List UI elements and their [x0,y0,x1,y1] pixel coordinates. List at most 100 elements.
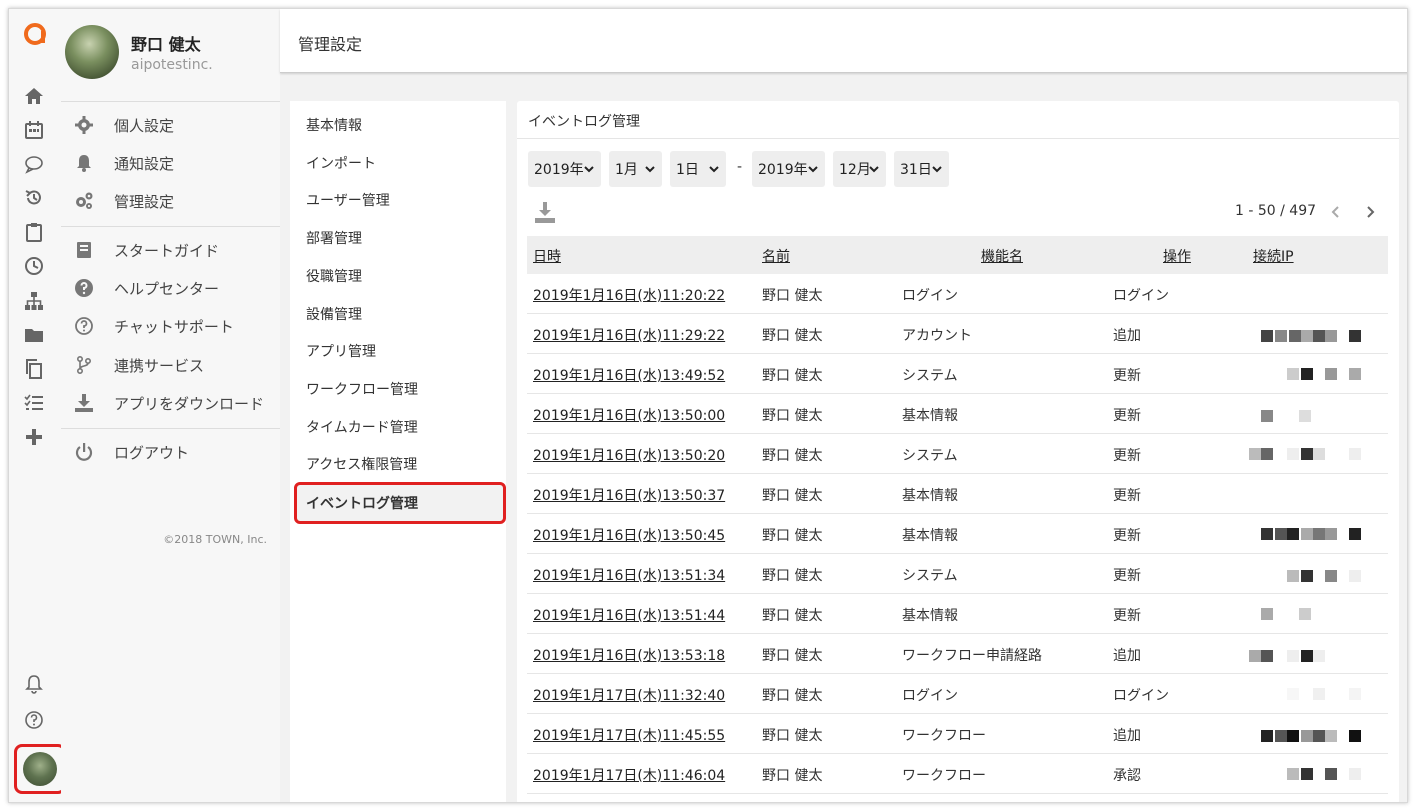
select-value: 2019年 [534,162,584,178]
folder-icon[interactable] [23,324,45,346]
from-day-select[interactable]: 1日 [670,151,726,187]
user-profile[interactable]: 野口 健太 aipotestinc. [65,25,275,81]
user-menu: 野口 健太 aipotestinc. 個人設定 通知設定 管理設定 スタートガイ… [61,9,280,802]
menu-item-chat-support[interactable]: チャットサポート [73,311,273,341]
clipboard-icon[interactable] [23,221,45,243]
cell-operation: 更新 [1113,608,1141,624]
cell-date[interactable]: 2019年1月16日(水)11:29:22 [533,325,725,345]
checklist-icon[interactable] [23,392,45,414]
settings-nav: 基本情報 インポート ユーザー管理 部署管理 役職管理 設備管理 アプリ管理 ワ… [290,101,506,802]
app-logo-icon[interactable] [22,21,48,47]
copy-icon[interactable] [23,358,45,380]
cell-date[interactable]: 2019年1月17日(木)11:45:55 [533,725,725,745]
notification-bell-icon[interactable] [23,673,45,695]
settings-nav-basic-info[interactable]: 基本情報 [290,106,506,144]
table-header: 日時 名前 機能名 操作 接続IP [527,236,1388,274]
redaction-block [1261,330,1273,342]
help-icon[interactable] [23,709,45,731]
redaction-block [1261,528,1273,540]
plus-icon[interactable] [23,426,45,448]
settings-nav-facility-management[interactable]: 設備管理 [290,295,506,333]
cell-date[interactable]: 2019年1月16日(水)13:50:20 [533,445,725,465]
chat-icon[interactable] [23,153,45,175]
menu-item-help-center[interactable]: ヘルプセンター [73,273,273,303]
menu-item-admin-settings[interactable]: 管理設定 [73,186,273,216]
download-csv-icon[interactable] [534,201,556,225]
rail-avatar[interactable] [14,744,66,794]
cell-date[interactable]: 2019年1月16日(水)13:50:37 [533,485,725,505]
from-year-select[interactable]: 2019年 [528,151,601,187]
redaction-block [1261,608,1273,620]
menu-item-start-guide[interactable]: スタートガイド [73,235,273,265]
settings-nav-position-management[interactable]: 役職管理 [290,257,506,295]
cell-date[interactable]: 2019年1月16日(水)13:51:34 [533,565,725,585]
cell-feature: ワークフロー申請経路 [902,648,1042,664]
redaction-block [1299,608,1311,620]
to-month-select[interactable]: 12月 [833,151,886,187]
to-day-select[interactable]: 31日 [894,151,949,187]
column-header-feature[interactable]: 機能名 [981,246,1023,266]
cell-ip-redacted [1249,474,1390,513]
table-row: 2019年1月16日(水)11:29:22 野口 健太 アカウント 追加 [527,314,1390,354]
redaction-block [1313,330,1325,342]
page-title: 管理設定 [298,35,363,54]
redaction-block [1325,570,1337,582]
settings-nav-event-log-management[interactable]: イベントログ管理 [294,482,506,524]
column-header-operation[interactable]: 操作 [1163,246,1191,266]
clock-icon[interactable] [23,255,45,277]
table-row: 2019年1月16日(水)13:50:45 野口 健太 基本情報 更新 [527,514,1390,554]
cell-feature: 基本情報 [902,528,958,544]
menu-item-download-app[interactable]: アプリをダウンロード [73,388,273,418]
column-header-date[interactable]: 日時 [533,246,561,266]
menu-item-label: ヘルプセンター [114,279,220,298]
cell-name: 野口 健太 [762,728,823,744]
settings-nav-access-management[interactable]: アクセス権限管理 [290,445,506,483]
menu-item-notification-settings[interactable]: 通知設定 [73,148,273,178]
settings-nav-user-management[interactable]: ユーザー管理 [290,181,506,219]
to-year-select[interactable]: 2019年 [752,151,825,187]
menu-item-logout[interactable]: ログアウト [73,437,273,467]
menu-item-integrations[interactable]: 連携サービス [73,350,273,380]
cell-date[interactable]: 2019年1月16日(水)13:50:45 [533,525,725,545]
cell-date[interactable]: 2019年1月16日(水)13:49:52 [533,365,725,385]
next-page-icon[interactable] [1362,204,1378,220]
settings-nav-department-management[interactable]: 部署管理 [290,219,506,257]
column-header-name[interactable]: 名前 [762,246,790,266]
cell-date[interactable]: 2019年1月17日(木)11:46:04 [533,765,725,785]
menu-item-label: ログアウト [114,443,190,462]
column-header-ip[interactable]: 接続IP [1253,246,1294,266]
power-icon [73,441,95,463]
redaction-block [1349,688,1361,700]
cell-feature: 基本情報 [902,408,958,424]
redaction-block [1301,730,1313,742]
cell-date[interactable]: 2019年1月16日(水)11:20:22 [533,285,725,305]
redaction-block [1287,768,1299,780]
settings-nav-app-management[interactable]: アプリ管理 [290,332,506,370]
table-row: 2019年1月16日(水)13:50:00 野口 健太 基本情報 更新 [527,394,1390,434]
cell-date[interactable]: 2019年1月16日(水)13:51:44 [533,605,725,625]
redaction-block [1325,730,1337,742]
settings-nav-timecard-management[interactable]: タイムカード管理 [290,408,506,446]
settings-nav-workflow-management[interactable]: ワークフロー管理 [290,370,506,408]
from-month-select[interactable]: 1月 [609,151,662,187]
menu-item-personal-settings[interactable]: 個人設定 [73,110,273,140]
table-row: 2019年1月17日(木)11:32:40 野口 健太 ログイン ログイン [527,674,1390,714]
cell-ip-redacted [1249,394,1390,433]
cell-date[interactable]: 2019年1月17日(木)11:32:40 [533,685,725,705]
cell-date[interactable]: 2019年1月16日(水)13:50:00 [533,405,725,425]
history-icon[interactable] [23,187,45,209]
calendar-icon[interactable] [23,119,45,141]
org-chart-icon[interactable] [23,290,45,312]
prev-page-icon[interactable] [1328,204,1344,220]
panel-title: イベントログ管理 [528,114,640,130]
icon-rail [9,9,66,802]
cell-name: 野口 健太 [762,688,823,704]
cell-ip-redacted [1249,674,1390,713]
chevron-down-icon [584,166,594,173]
home-icon[interactable] [23,85,45,107]
cell-operation: 追加 [1113,728,1141,744]
cell-feature: システム [902,448,958,464]
settings-nav-import[interactable]: インポート [290,144,506,182]
cell-date[interactable]: 2019年1月16日(水)13:53:18 [533,645,725,665]
cell-ip-redacted [1249,634,1390,673]
